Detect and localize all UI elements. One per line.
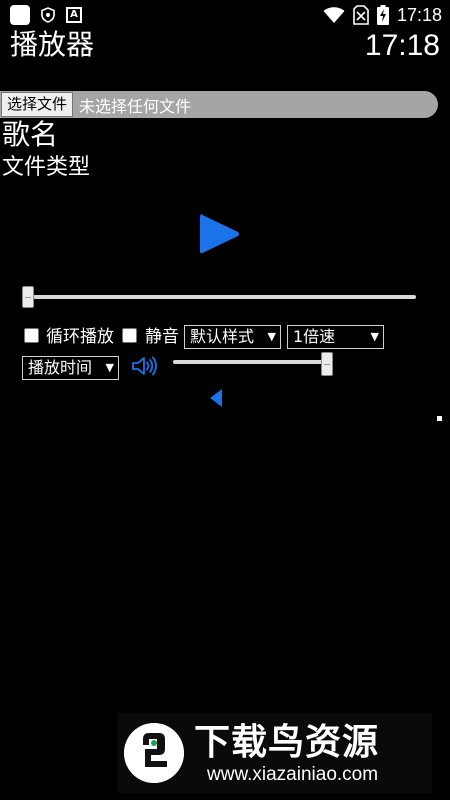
status-bar-time: 17:18: [396, 4, 442, 25]
font-a-icon: A: [66, 7, 82, 23]
mute-checkbox[interactable]: [122, 328, 137, 343]
edge-marker: [437, 416, 442, 421]
volume-track[interactable]: [173, 360, 327, 364]
battery-charging-icon: [376, 5, 389, 25]
style-select-value: 默认样式: [190, 327, 255, 346]
volume-thumb[interactable]: [321, 352, 333, 376]
time-select[interactable]: 播放时间 ▼: [22, 356, 119, 380]
loop-checkbox[interactable]: [24, 328, 39, 343]
app-notification-icon: [10, 5, 30, 25]
chevron-down-icon: ▼: [370, 330, 379, 343]
chevron-down-icon: ▼: [267, 330, 276, 343]
speed-select[interactable]: 1倍速 ▼: [287, 325, 384, 349]
time-select-value: 播放时间: [28, 358, 93, 377]
file-status-text: 未选择任何文件: [79, 96, 192, 116]
song-name: 歌名: [2, 118, 59, 151]
status-bar-right: 17:18: [323, 3, 442, 27]
file-input[interactable]: 选择文件 未选择任何文件: [0, 91, 438, 118]
loop-label: 循环播放: [46, 327, 114, 347]
bird-logo-icon: [124, 723, 184, 783]
chevron-down-icon: ▼: [105, 361, 114, 374]
status-bar-left: A: [10, 4, 82, 26]
clock: 17:18: [364, 29, 440, 62]
watermark-url: www.xiazainiao.com: [207, 764, 379, 785]
status-bar: A 17:18: [0, 0, 450, 30]
no-sim-icon: [353, 5, 369, 25]
watermark-title: 下载鸟资源: [194, 722, 380, 763]
play-button[interactable]: [198, 212, 242, 256]
file-type: 文件类型: [2, 155, 91, 180]
progress-thumb[interactable]: [22, 286, 34, 308]
mute-label: 静音: [145, 327, 179, 347]
wifi-icon: [323, 7, 345, 23]
page-title: 播放器: [10, 28, 95, 61]
speed-select-value: 1倍速: [293, 327, 336, 346]
caret-left-icon: [210, 389, 222, 407]
volume-icon[interactable]: [132, 355, 158, 377]
progress-track[interactable]: [24, 295, 416, 299]
shield-icon: [41, 7, 55, 23]
play-icon: [200, 214, 239, 254]
style-select[interactable]: 默认样式 ▼: [184, 325, 281, 349]
collapse-button[interactable]: [209, 388, 223, 408]
choose-file-button[interactable]: 选择文件: [1, 92, 74, 117]
